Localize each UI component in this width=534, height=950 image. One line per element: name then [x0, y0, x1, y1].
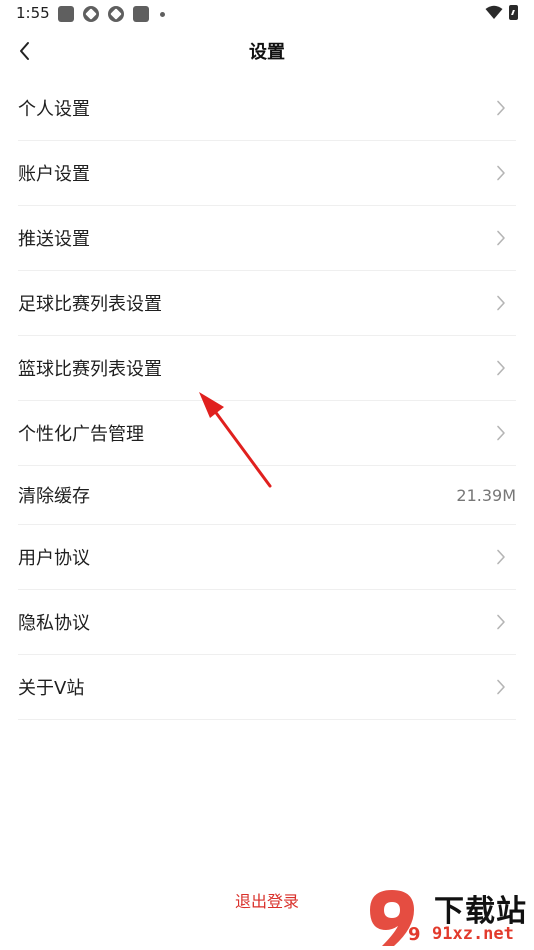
watermark-url: 91xz.net: [432, 924, 514, 944]
watermark-logo: 9 下载站 91xz.net: [360, 884, 530, 948]
annotation-arrow: [199, 392, 272, 488]
watermark-logo-glyph: 9: [408, 924, 421, 945]
watermark-9-icon: 9: [370, 890, 421, 946]
